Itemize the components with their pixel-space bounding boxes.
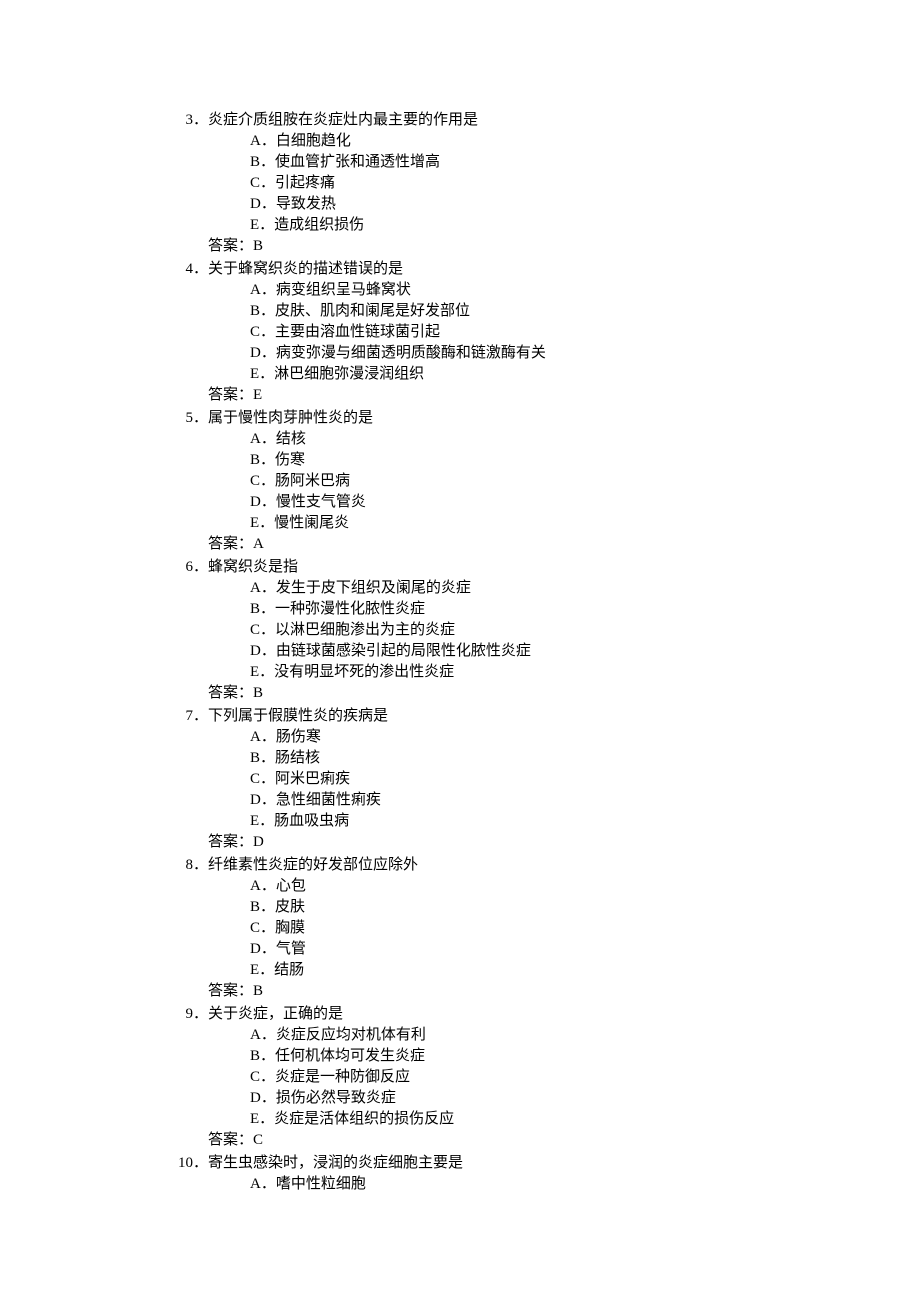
option-item: D．损伤必然导致炎症: [250, 1088, 920, 1109]
question-number: 10．: [170, 1153, 208, 1174]
answer-line: 答案：B: [170, 981, 920, 1002]
answer-line: 答案：D: [170, 832, 920, 853]
question-text: 关于炎症，正确的是: [208, 1006, 343, 1022]
option-item: A．炎症反应均对机体有利: [250, 1025, 920, 1046]
option-item: A．发生于皮下组织及阑尾的炎症: [250, 578, 920, 599]
answer-line: 答案：C: [170, 1130, 920, 1151]
question-stem: 4．关于蜂窝织炎的描述错误的是: [170, 259, 920, 280]
option-item: B．皮肤: [250, 897, 920, 918]
question-block: 4．关于蜂窝织炎的描述错误的是A．病变组织呈马蜂窝状B．皮肤、肌肉和阑尾是好发部…: [170, 259, 920, 406]
option-item: E．没有明显坏死的渗出性炎症: [250, 662, 920, 683]
question-text: 纤维素性炎症的好发部位应除外: [208, 857, 418, 873]
options-list: A．白细胞趋化B．使血管扩张和通透性增高C．引起疼痛D．导致发热E．造成组织损伤: [170, 131, 920, 236]
option-item: D．慢性支气管炎: [250, 492, 920, 513]
option-item: B．使血管扩张和通透性增高: [250, 152, 920, 173]
option-item: C．肠阿米巴病: [250, 471, 920, 492]
option-item: E．造成组织损伤: [250, 215, 920, 236]
option-item: C．引起疼痛: [250, 173, 920, 194]
question-number: 4．: [170, 259, 208, 280]
option-item: B．伤寒: [250, 450, 920, 471]
option-item: C．以淋巴细胞渗出为主的炎症: [250, 620, 920, 641]
question-stem: 10．寄生虫感染时，浸润的炎症细胞主要是: [170, 1153, 920, 1174]
options-list: A．病变组织呈马蜂窝状B．皮肤、肌肉和阑尾是好发部位C．主要由溶血性链球菌引起D…: [170, 280, 920, 385]
option-item: A．病变组织呈马蜂窝状: [250, 280, 920, 301]
option-item: C．阿米巴痢疾: [250, 769, 920, 790]
option-item: D．气管: [250, 939, 920, 960]
question-stem: 3．炎症介质组胺在炎症灶内最主要的作用是: [170, 110, 920, 131]
option-item: A．嗜中性粒细胞: [250, 1174, 920, 1195]
question-block: 8．纤维素性炎症的好发部位应除外A．心包B．皮肤C．胸膜D．气管E．结肠答案：B: [170, 855, 920, 1002]
option-item: B．任何机体均可发生炎症: [250, 1046, 920, 1067]
options-list: A．发生于皮下组织及阑尾的炎症B．一种弥漫性化脓性炎症C．以淋巴细胞渗出为主的炎…: [170, 578, 920, 683]
question-number: 3．: [170, 110, 208, 131]
option-item: E．淋巴细胞弥漫浸润组织: [250, 364, 920, 385]
option-item: B．一种弥漫性化脓性炎症: [250, 599, 920, 620]
question-block: 10．寄生虫感染时，浸润的炎症细胞主要是A．嗜中性粒细胞: [170, 1153, 920, 1195]
question-stem: 5．属于慢性肉芽肿性炎的是: [170, 408, 920, 429]
page-content: 3．炎症介质组胺在炎症灶内最主要的作用是A．白细胞趋化B．使血管扩张和通透性增高…: [0, 0, 920, 1302]
question-block: 3．炎症介质组胺在炎症灶内最主要的作用是A．白细胞趋化B．使血管扩张和通透性增高…: [170, 110, 920, 257]
option-item: B．皮肤、肌肉和阑尾是好发部位: [250, 301, 920, 322]
answer-line: 答案：B: [170, 683, 920, 704]
question-stem: 9．关于炎症，正确的是: [170, 1004, 920, 1025]
question-number: 5．: [170, 408, 208, 429]
question-text: 属于慢性肉芽肿性炎的是: [208, 410, 373, 426]
question-number: 9．: [170, 1004, 208, 1025]
option-item: C．主要由溶血性链球菌引起: [250, 322, 920, 343]
options-list: A．心包B．皮肤C．胸膜D．气管E．结肠: [170, 876, 920, 981]
option-item: D．急性细菌性痢疾: [250, 790, 920, 811]
question-block: 5．属于慢性肉芽肿性炎的是A．结核B．伤寒C．肠阿米巴病D．慢性支气管炎E．慢性…: [170, 408, 920, 555]
option-item: D．病变弥漫与细菌透明质酸酶和链激酶有关: [250, 343, 920, 364]
options-list: A．炎症反应均对机体有利B．任何机体均可发生炎症C．炎症是一种防御反应D．损伤必…: [170, 1025, 920, 1130]
question-number: 7．: [170, 706, 208, 727]
option-item: A．心包: [250, 876, 920, 897]
options-list: A．嗜中性粒细胞: [170, 1174, 920, 1195]
question-block: 7．下列属于假膜性炎的疾病是A．肠伤寒B．肠结核C．阿米巴痢疾D．急性细菌性痢疾…: [170, 706, 920, 853]
question-stem: 7．下列属于假膜性炎的疾病是: [170, 706, 920, 727]
question-block: 6．蜂窝织炎是指A．发生于皮下组织及阑尾的炎症B．一种弥漫性化脓性炎症C．以淋巴…: [170, 557, 920, 704]
answer-line: 答案：B: [170, 236, 920, 257]
answer-line: 答案：E: [170, 385, 920, 406]
question-number: 8．: [170, 855, 208, 876]
options-list: A．肠伤寒B．肠结核C．阿米巴痢疾D．急性细菌性痢疾E．肠血吸虫病: [170, 727, 920, 832]
option-item: E．结肠: [250, 960, 920, 981]
question-block: 9．关于炎症，正确的是A．炎症反应均对机体有利B．任何机体均可发生炎症C．炎症是…: [170, 1004, 920, 1151]
option-item: A．肠伤寒: [250, 727, 920, 748]
option-item: E．肠血吸虫病: [250, 811, 920, 832]
question-stem: 8．纤维素性炎症的好发部位应除外: [170, 855, 920, 876]
option-item: A．白细胞趋化: [250, 131, 920, 152]
question-text: 寄生虫感染时，浸润的炎症细胞主要是: [208, 1155, 463, 1171]
option-item: E．炎症是活体组织的损伤反应: [250, 1109, 920, 1130]
option-item: B．肠结核: [250, 748, 920, 769]
question-text: 下列属于假膜性炎的疾病是: [208, 708, 388, 724]
option-item: D．导致发热: [250, 194, 920, 215]
question-text: 关于蜂窝织炎的描述错误的是: [208, 261, 403, 277]
answer-line: 答案：A: [170, 534, 920, 555]
question-number: 6．: [170, 557, 208, 578]
question-text: 蜂窝织炎是指: [208, 559, 298, 575]
option-item: A．结核: [250, 429, 920, 450]
option-item: D．由链球菌感染引起的局限性化脓性炎症: [250, 641, 920, 662]
option-item: C．炎症是一种防御反应: [250, 1067, 920, 1088]
option-item: E．慢性阑尾炎: [250, 513, 920, 534]
question-stem: 6．蜂窝织炎是指: [170, 557, 920, 578]
question-text: 炎症介质组胺在炎症灶内最主要的作用是: [208, 112, 478, 128]
options-list: A．结核B．伤寒C．肠阿米巴病D．慢性支气管炎E．慢性阑尾炎: [170, 429, 920, 534]
option-item: C．胸膜: [250, 918, 920, 939]
